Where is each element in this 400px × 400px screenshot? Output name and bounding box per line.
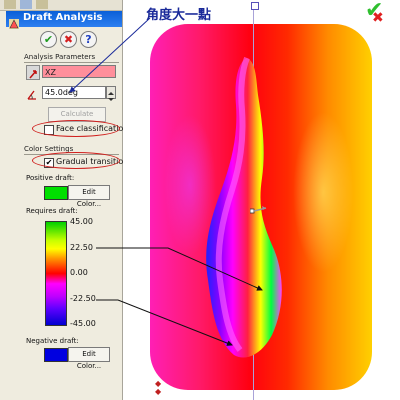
callout-arrow-lower <box>96 299 233 346</box>
annotation-arrows <box>69 17 263 346</box>
annotation-arrow-angle <box>69 17 151 93</box>
callout-arrow-upper <box>96 247 263 291</box>
